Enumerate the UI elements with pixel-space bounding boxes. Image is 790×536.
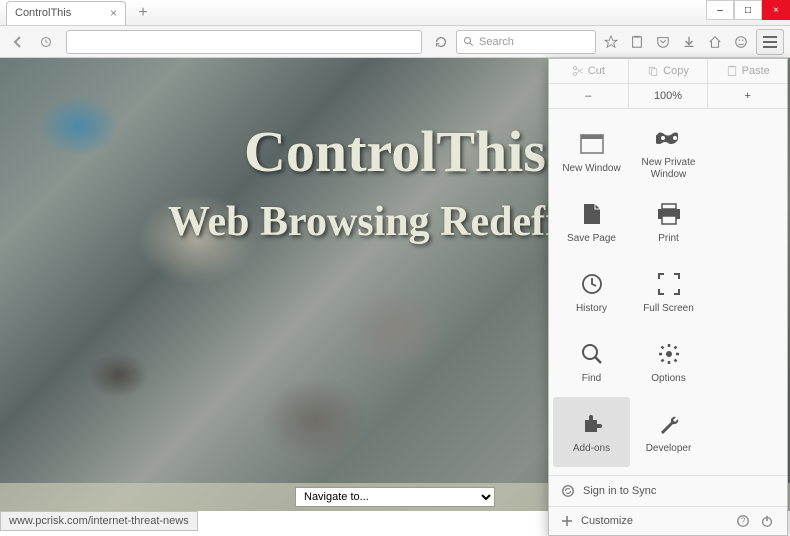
statusbar: www.pcrisk.com/internet-threat-news: [0, 511, 198, 531]
paste-icon: [726, 65, 738, 77]
search-placeholder: Search: [479, 36, 514, 48]
magnify-icon: [578, 340, 606, 368]
url-bar[interactable]: [66, 30, 422, 54]
status-url: www.pcrisk.com/internet-threat-news: [9, 515, 189, 527]
zoom-level[interactable]: 100%: [629, 84, 709, 108]
window-controls: – □ ×: [706, 0, 790, 20]
puzzle-icon: [578, 410, 606, 438]
full-screen-item[interactable]: Full Screen: [630, 257, 707, 327]
new-private-window-item[interactable]: New Private Window: [630, 117, 707, 187]
titlebar: ControlThis × + – □ ×: [0, 0, 790, 26]
minimize-button[interactable]: –: [706, 0, 734, 20]
find-item[interactable]: Find: [553, 327, 630, 397]
menu-button[interactable]: [756, 29, 784, 55]
search-icon: [463, 36, 475, 48]
navigate-select[interactable]: Navigate to...: [295, 487, 495, 507]
home-icon[interactable]: [704, 31, 726, 53]
page-icon: [578, 200, 606, 228]
smiley-icon[interactable]: [730, 31, 752, 53]
download-icon[interactable]: [678, 31, 700, 53]
menu-grid: New Window New Private Window Save Page …: [549, 109, 787, 475]
paste-button[interactable]: Paste: [708, 59, 787, 83]
plus-icon: [561, 515, 573, 527]
scissors-icon: [572, 65, 584, 77]
mask-icon: [655, 124, 683, 152]
options-item[interactable]: Options: [630, 327, 707, 397]
svg-text:?: ?: [741, 517, 746, 526]
save-page-item[interactable]: Save Page: [553, 187, 630, 257]
back-button[interactable]: [6, 30, 30, 54]
maximize-button[interactable]: □: [734, 0, 762, 20]
copy-button[interactable]: Copy: [629, 59, 709, 83]
edit-row: Cut Copy Paste: [549, 59, 787, 84]
search-bar[interactable]: Search: [456, 30, 596, 54]
forward-button[interactable]: [34, 30, 58, 54]
new-window-icon: [578, 130, 606, 158]
printer-icon: [655, 200, 683, 228]
bookmark-star-icon[interactable]: [600, 31, 622, 53]
new-tab-button[interactable]: +: [132, 3, 154, 23]
tab-title: ControlThis: [15, 7, 71, 19]
browser-tab[interactable]: ControlThis ×: [6, 1, 126, 25]
signin-sync-item[interactable]: Sign in to Sync: [549, 475, 787, 506]
pocket-icon[interactable]: [652, 31, 674, 53]
sync-icon: [561, 484, 575, 498]
wrench-icon: [655, 410, 683, 438]
tab-close-icon[interactable]: ×: [110, 6, 117, 20]
reload-button[interactable]: [430, 31, 452, 53]
toolbar: Search: [0, 26, 790, 58]
zoom-row: – 100% +: [549, 84, 787, 109]
close-button[interactable]: ×: [762, 0, 790, 20]
history-item[interactable]: History: [553, 257, 630, 327]
customize-button[interactable]: Customize: [581, 515, 633, 527]
zoom-in-button[interactable]: +: [708, 84, 787, 108]
fullscreen-icon: [655, 270, 683, 298]
cut-button[interactable]: Cut: [549, 59, 629, 83]
power-icon[interactable]: [759, 513, 775, 529]
copy-icon: [647, 65, 659, 77]
print-item[interactable]: Print: [630, 187, 707, 257]
developer-item[interactable]: Developer: [630, 397, 707, 467]
clock-icon: [578, 270, 606, 298]
clipboard-icon[interactable]: [626, 31, 648, 53]
new-window-item[interactable]: New Window: [553, 117, 630, 187]
zoom-out-button[interactable]: –: [549, 84, 629, 108]
help-icon[interactable]: ?: [735, 513, 751, 529]
addons-item[interactable]: Add-ons: [553, 397, 630, 467]
hamburger-menu-panel: Cut Copy Paste – 100% + New Window New P…: [548, 58, 788, 536]
gear-icon: [655, 340, 683, 368]
